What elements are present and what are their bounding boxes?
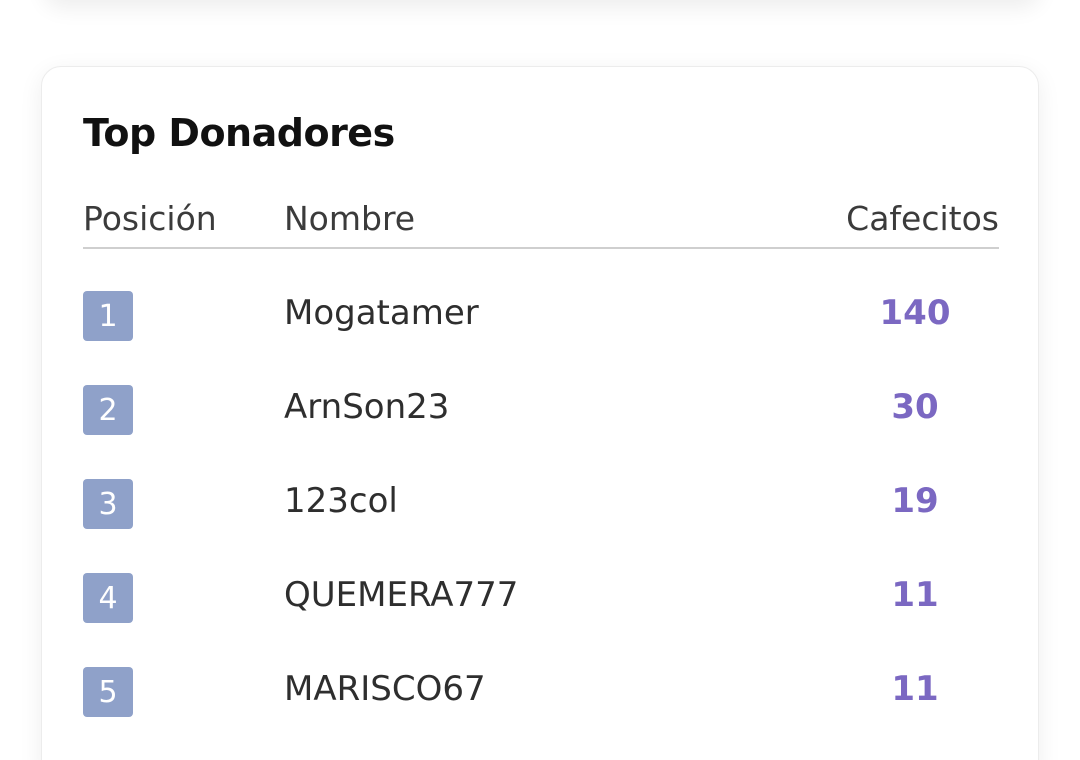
page: Top Donadores Posición Nombre Cafecitos …: [0, 0, 1080, 760]
coffee-count: 11: [891, 669, 939, 709]
rank-badge: 3: [83, 479, 133, 529]
donor-name: MARISCO67: [284, 669, 486, 709]
coffee-count: 19: [891, 481, 939, 521]
rank-badge: 4: [83, 573, 133, 623]
card-title: Top Donadores: [83, 111, 395, 155]
table-row: 1 Mogatamer 140: [83, 267, 999, 361]
donor-name: QUEMERA777: [284, 575, 519, 615]
table-row: 2 ArnSon23 30: [83, 361, 999, 455]
coffee-count: 140: [879, 293, 951, 333]
table-row: 5 MARISCO67 11: [83, 643, 999, 737]
coffee-count: 30: [891, 387, 939, 427]
rank-badge: 2: [83, 385, 133, 435]
table-header: Posición Nombre Cafecitos: [83, 195, 999, 249]
coffee-count: 11: [891, 575, 939, 615]
header-name: Nombre: [284, 199, 416, 238]
top-donors-card: Top Donadores Posición Nombre Cafecitos …: [41, 66, 1039, 760]
donor-name: ArnSon23: [284, 387, 450, 427]
donor-name: Mogatamer: [284, 293, 479, 333]
donor-list: 1 Mogatamer 140 2 ArnSon23 30 3 123col 1…: [83, 267, 999, 737]
table-row: 3 123col 19: [83, 455, 999, 549]
header-position: Posición: [83, 199, 217, 238]
header-coffees: Cafecitos: [846, 199, 999, 238]
table-row: 4 QUEMERA777 11: [83, 549, 999, 643]
rank-badge: 5: [83, 667, 133, 717]
donor-name: 123col: [284, 481, 398, 521]
rank-badge: 1: [83, 291, 133, 341]
